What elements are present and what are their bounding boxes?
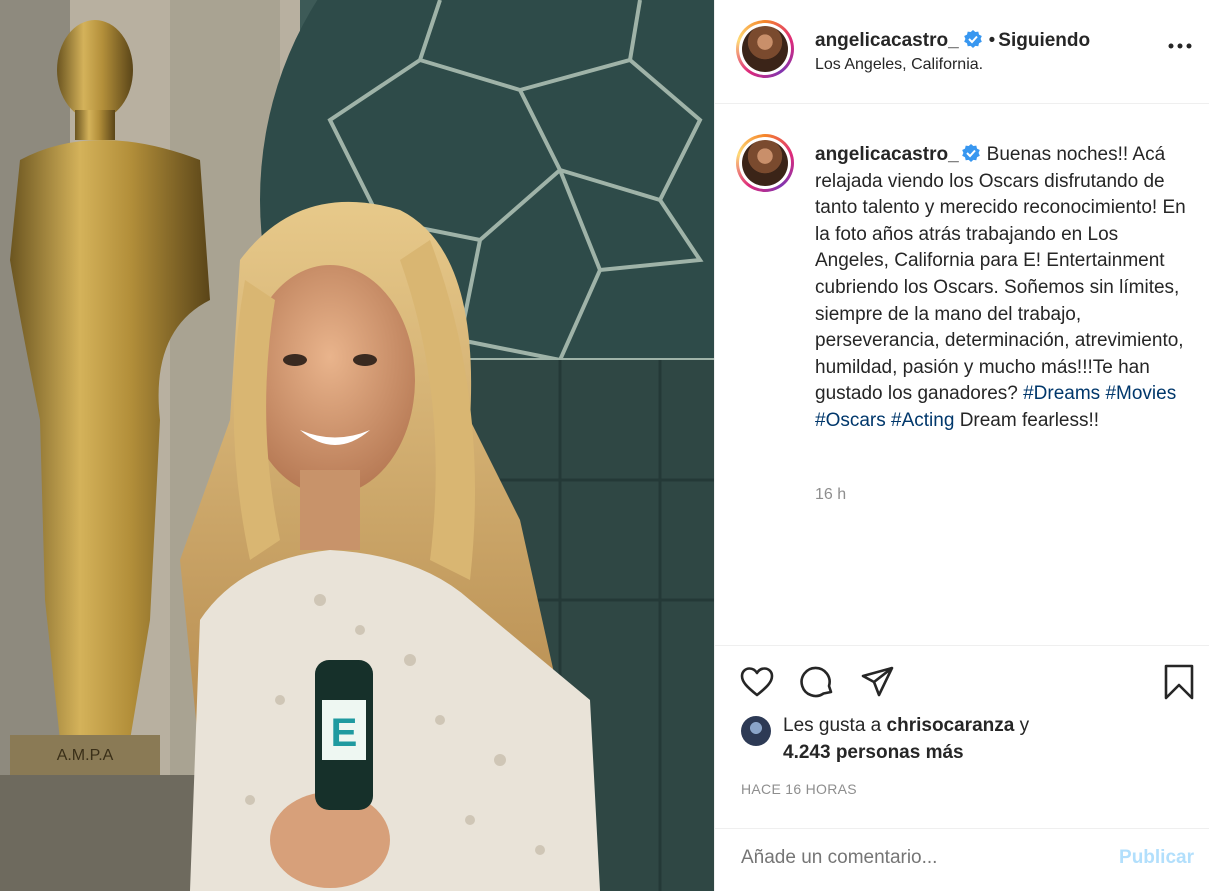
following-button[interactable]: Siguiendo: [998, 30, 1090, 51]
hashtag-acting[interactable]: #Acting: [891, 410, 954, 431]
hashtag-movies[interactable]: #Movies: [1105, 383, 1176, 404]
caption-area: angelicacastro_ Buenas noches!! Acá relaj…: [715, 104, 1209, 645]
author-avatar[interactable]: [736, 20, 794, 78]
comment-input[interactable]: [741, 847, 1071, 869]
statue-plaque: A.M.P.A: [57, 747, 114, 764]
more-options-icon[interactable]: [1168, 42, 1192, 50]
likes-others[interactable]: 4.243 personas más: [783, 742, 964, 763]
publish-button[interactable]: Publicar: [1119, 847, 1194, 869]
share-icon[interactable]: [860, 664, 896, 700]
comment-box: Publicar: [715, 828, 1209, 891]
posted-time[interactable]: HACE 16 HORAS: [741, 781, 857, 797]
caption-time-ago[interactable]: 16 h: [815, 486, 846, 504]
likes-connector: y: [1019, 715, 1030, 736]
comment-icon[interactable]: [800, 664, 836, 700]
post-header: angelicacastro_ • Siguiendo Los Angeles, C…: [715, 0, 1209, 104]
caption-text: Buenas noches!! Acá relajada viendo los …: [815, 144, 1186, 405]
caption-author-avatar[interactable]: [736, 134, 794, 192]
separator-dot: •: [988, 30, 996, 51]
liker-avatar[interactable]: [741, 716, 771, 746]
caption-text-end: Dream fearless!!: [959, 409, 1100, 431]
post-actions: Les gusta a chrisocaranza y 4.243 person…: [715, 645, 1209, 845]
post-image-illustration: A.M.P.A E: [0, 0, 714, 891]
author-name-line: angelicacastro_ • Siguiendo: [815, 29, 1090, 52]
bookmark-icon[interactable]: [1161, 664, 1197, 700]
author-username[interactable]: angelicacastro_: [815, 30, 959, 51]
hashtag-oscars[interactable]: #Oscars: [815, 410, 886, 431]
caption-username[interactable]: angelicacastro_: [815, 144, 959, 165]
post-side-panel: angelicacastro_ • Siguiendo Los Angeles, C…: [714, 0, 1209, 891]
likes-prefix: Les gusta a: [783, 715, 882, 736]
heart-icon[interactable]: [739, 664, 775, 700]
liker-username[interactable]: chrisocaranza: [887, 715, 1015, 736]
verified-badge-icon: [963, 30, 982, 48]
mic-badge: E: [331, 711, 358, 755]
post-location[interactable]: Los Angeles, California.: [815, 56, 983, 74]
verified-badge-icon: [961, 144, 980, 162]
post-photo[interactable]: A.M.P.A E: [0, 0, 714, 891]
hashtag-dreams[interactable]: #Dreams: [1023, 383, 1100, 404]
post-caption: angelicacastro_ Buenas noches!! Acá relaj…: [815, 142, 1195, 435]
